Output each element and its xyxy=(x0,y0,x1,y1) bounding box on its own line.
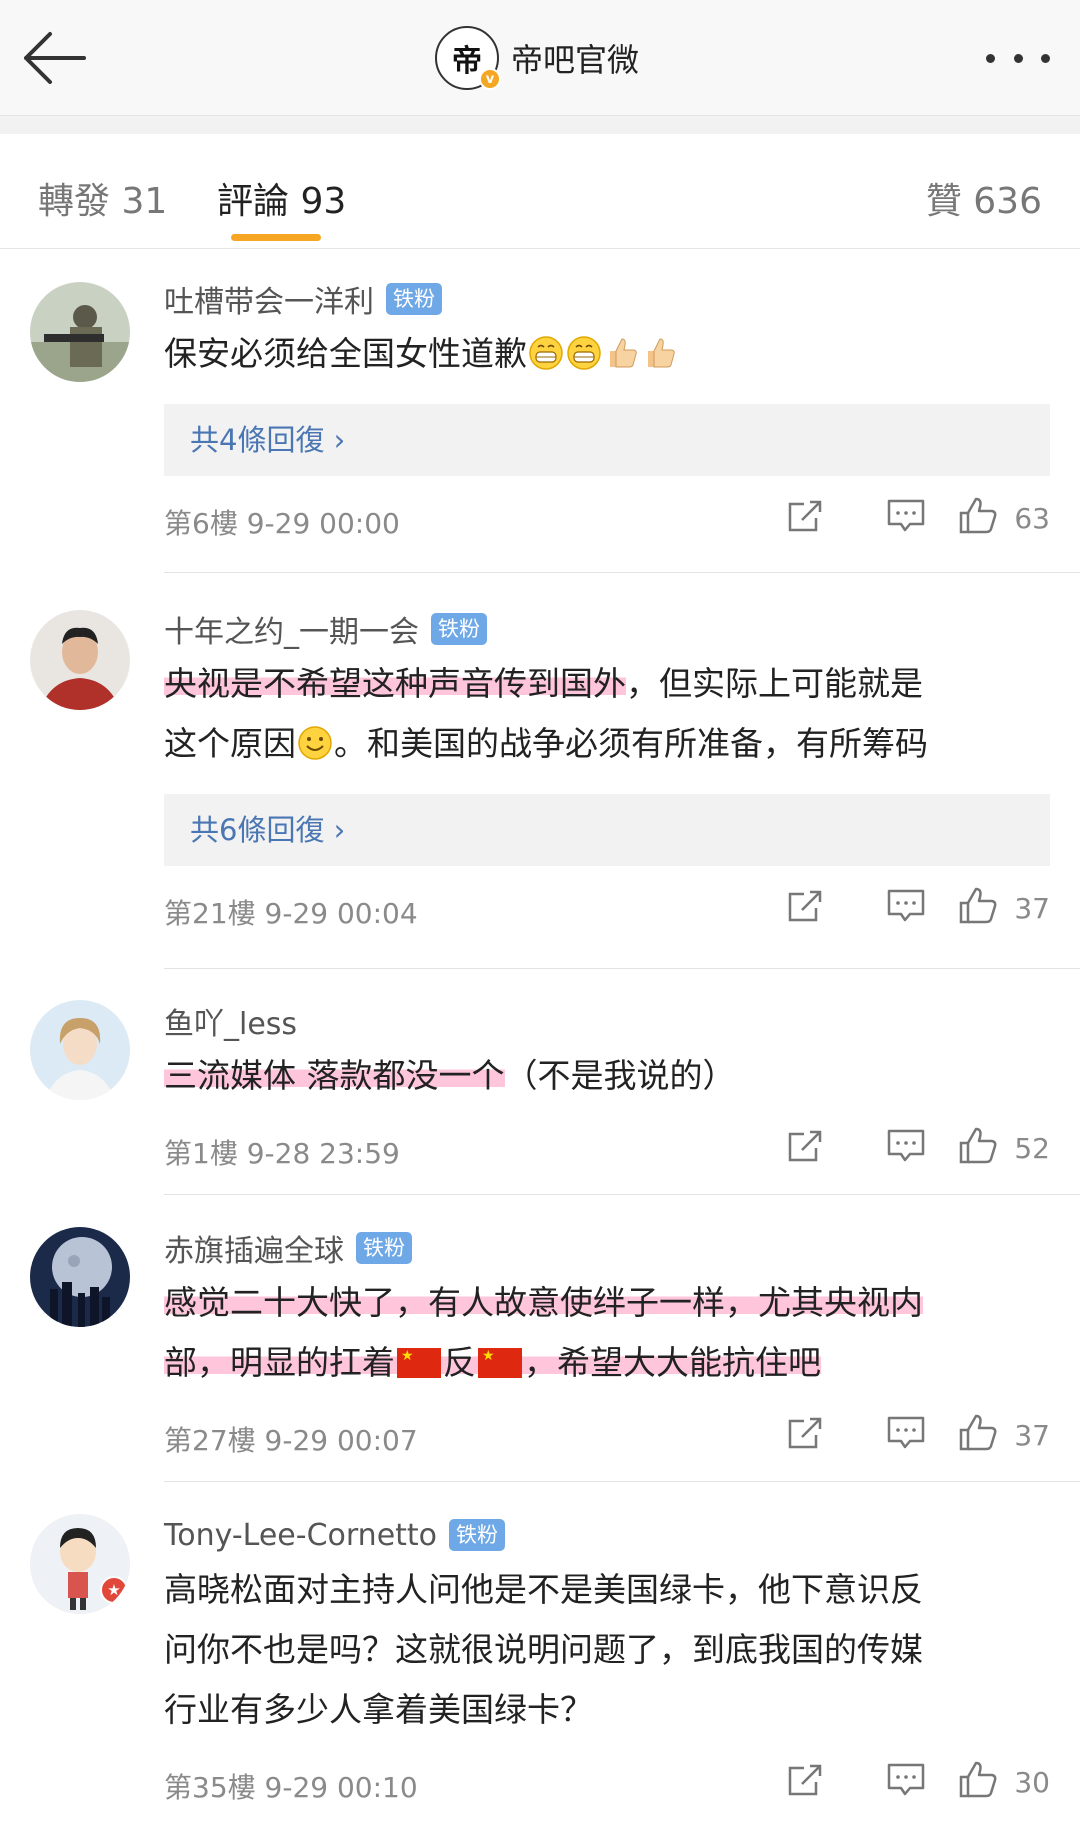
back-arrow-icon[interactable] xyxy=(20,28,90,88)
like-count: 63 xyxy=(1014,502,1050,535)
logo-char: 帝 xyxy=(452,44,482,79)
like-icon[interactable] xyxy=(958,886,998,926)
floor-time: 第1樓 9-28 23:59 xyxy=(164,1137,400,1170)
comment-text: 保安必须给全国女性道歉 xyxy=(164,324,1050,384)
comment-icon[interactable] xyxy=(886,1760,926,1800)
username[interactable]: 十年之约_一期一会 xyxy=(164,607,419,651)
share-icon[interactable] xyxy=(786,886,826,926)
thumbs-up-emoji-icon xyxy=(610,338,637,368)
like-icon[interactable] xyxy=(958,496,998,536)
account-avatar[interactable]: 帝 v xyxy=(435,26,501,90)
username[interactable]: Tony-Lee-Cornetto xyxy=(164,1518,437,1553)
share-icon[interactable] xyxy=(786,1413,826,1453)
comment-text-segment: 高晓松面对主持人问他是不是美国绿卡，他下意识反 xyxy=(164,1570,923,1609)
like-count: 52 xyxy=(1014,1132,1050,1165)
divider xyxy=(164,968,1080,969)
divider xyxy=(164,1481,1080,1482)
china-flag-emoji-icon xyxy=(397,1348,441,1378)
avatar[interactable] xyxy=(30,1227,130,1327)
comment-text-segment: 这个原因 xyxy=(164,724,296,763)
view-replies-button[interactable]: 共4條回復 › xyxy=(164,404,1050,476)
view-replies-button[interactable]: 共6條回復 › xyxy=(164,794,1050,866)
tab-like[interactable]: 贊 636 xyxy=(926,172,1042,224)
like-icon[interactable] xyxy=(958,1760,998,1800)
china-flag-emoji-icon xyxy=(478,1348,522,1378)
floor-time: 第27樓 9-29 00:07 xyxy=(164,1424,418,1457)
comment-text-segment: ，但实际上可能就是 xyxy=(626,664,923,703)
fan-badge: 铁粉 xyxy=(449,1519,506,1551)
comment-text-segment: （不是我说的） xyxy=(504,1056,736,1095)
page-title: 帝吧官微 xyxy=(511,41,640,79)
like-count: 30 xyxy=(1014,1766,1050,1799)
smile-emoji-icon xyxy=(298,726,332,760)
avatar[interactable]: ★ xyxy=(30,1514,130,1614)
top-bar: 帝 v 帝吧官微 xyxy=(0,0,1080,116)
tab-repost[interactable]: 轉發 31 xyxy=(38,172,167,224)
like-icon[interactable] xyxy=(958,1126,998,1166)
comment-text-segment: ，希望大大能抗住吧 xyxy=(524,1343,821,1382)
fan-badge: 铁粉 xyxy=(431,613,487,645)
like-icon[interactable] xyxy=(958,1413,998,1453)
grin-emoji-icon xyxy=(567,336,601,370)
chevron-right-icon: › xyxy=(324,813,346,847)
avatar[interactable] xyxy=(30,610,130,710)
comment-text: 央视是不希望这种声音传到国外，但实际上可能就是这个原因 。和美国的战争必须有所准备… xyxy=(164,654,1050,774)
comment-text-segment: 反 xyxy=(443,1343,476,1382)
avatar[interactable] xyxy=(30,1000,130,1100)
separator xyxy=(0,116,1080,134)
share-icon[interactable] xyxy=(786,1126,826,1166)
floor-time: 第35樓 9-29 00:10 xyxy=(164,1771,418,1804)
verified-icon: v xyxy=(479,68,501,90)
share-icon[interactable] xyxy=(786,1760,826,1800)
comment-text-segment: 问你不也是吗？这就很说明问题了，到底我国的传媒 xyxy=(164,1630,923,1669)
comment-icon[interactable] xyxy=(886,496,926,536)
replies-label: 共4條回復 xyxy=(190,423,325,457)
comment-icon[interactable] xyxy=(886,1126,926,1166)
highlighted-text: 央视是不希望这种声音传到国外 xyxy=(164,664,626,703)
username[interactable]: 赤旗插遍全球 xyxy=(164,1226,344,1270)
replies-label: 共6條回復 xyxy=(190,813,325,847)
like-count: 37 xyxy=(1014,892,1050,925)
divider xyxy=(164,1194,1080,1195)
like-count: 37 xyxy=(1014,1419,1050,1452)
floor-time: 第21樓 9-29 00:04 xyxy=(164,897,418,930)
fan-badge: 铁粉 xyxy=(356,1232,412,1264)
comment-icon[interactable] xyxy=(886,886,926,926)
comment-text: 感觉二十大快了，有人故意使绊子一样，尤其央视内部，明显的扛着 反 ，希望大大能抗住吧 xyxy=(164,1273,1050,1393)
highlighted-text: 部，明显的扛着 反 ，希望大大能抗住吧 xyxy=(164,1343,821,1382)
comment-text-segment: 行业有多少人拿着美国绿卡？ xyxy=(164,1690,593,1729)
avatar[interactable] xyxy=(30,282,130,382)
divider xyxy=(164,572,1080,573)
tab-comment[interactable]: 評論 93 xyxy=(217,172,346,224)
comment-text: 三流媒体 落款都没一个（不是我说的） xyxy=(164,1046,1050,1106)
thumbs-up-emoji-icon xyxy=(648,338,675,368)
member-badge-icon: ★ xyxy=(100,1576,128,1604)
username[interactable]: 鱼吖_less xyxy=(164,999,297,1043)
chevron-right-icon: › xyxy=(324,423,346,457)
highlighted-text: 三流媒体 落款都没一个 xyxy=(164,1056,505,1095)
highlighted-text: 感觉二十大快了，有人故意使绊子一样，尤其央视内 xyxy=(164,1283,923,1322)
grin-emoji-icon xyxy=(529,336,563,370)
active-tab-indicator xyxy=(231,234,321,241)
comment-icon[interactable] xyxy=(886,1413,926,1453)
comment-text-segment: 。和美国的战争必须有所准备，有所筹码 xyxy=(334,724,928,763)
tab-bar: 轉發 31 評論 93 贊 636 xyxy=(0,134,1080,249)
fan-badge: 铁粉 xyxy=(386,283,442,315)
account-header[interactable]: 帝 v 帝吧官微 xyxy=(435,26,639,90)
comment-text-segment: 保安必须给全国女性道歉 xyxy=(164,334,527,373)
comment-text: 高晓松面对主持人问他是不是美国绿卡，他下意识反 问你不也是吗？这就很说明问题了，到… xyxy=(164,1560,1050,1740)
floor-time: 第6樓 9-29 00:00 xyxy=(164,507,400,540)
comment-text-segment: 部，明显的扛着 xyxy=(164,1343,395,1382)
share-icon[interactable] xyxy=(786,496,826,536)
more-options-icon[interactable] xyxy=(986,48,1050,68)
username[interactable]: 吐槽带会一洋利 xyxy=(164,277,374,321)
